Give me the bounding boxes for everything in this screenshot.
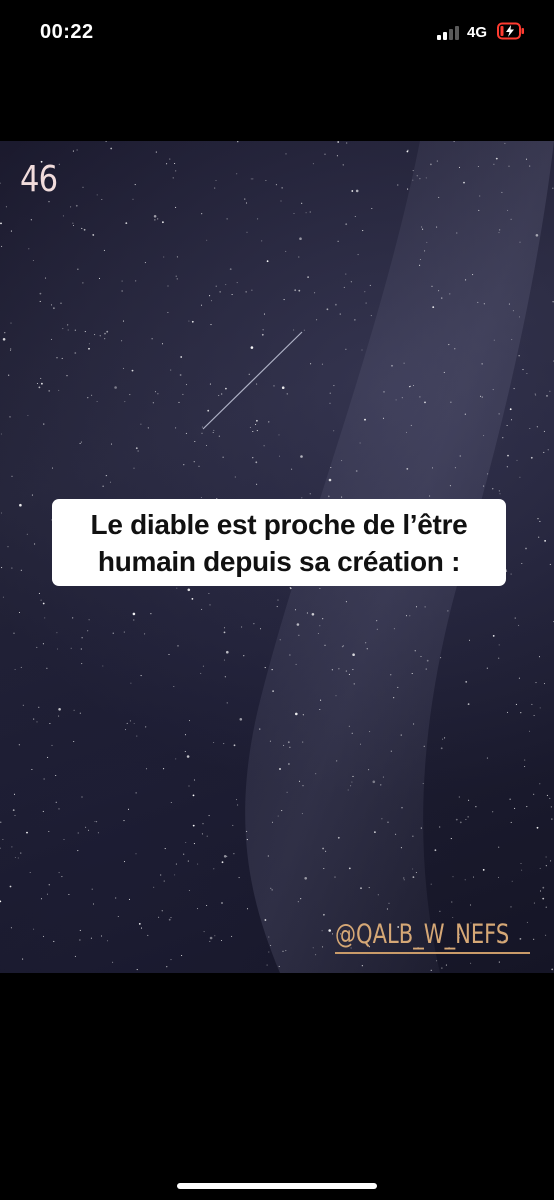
account-handle[interactable]: @QALB_W_NEFS: [335, 919, 509, 950]
home-indicator[interactable]: [177, 1183, 377, 1189]
story-image[interactable]: 46 Le diable est proche de l’être humain…: [0, 141, 554, 973]
signal-icon: [437, 24, 463, 40]
status-bar: 00:22 4G: [0, 0, 554, 70]
caption-text: Le diable est proche de l’être humain de…: [91, 506, 468, 580]
caption-line-2: humain depuis sa création :: [97, 545, 461, 577]
status-time: 00:22: [40, 21, 94, 43]
post-number: 46: [20, 159, 58, 200]
handle-underline: [335, 952, 530, 954]
caption-box: Le diable est proche de l’être humain de…: [52, 499, 506, 586]
network-type: 4G: [467, 24, 488, 41]
caption-line-1: Le diable est proche de l’être: [90, 508, 468, 540]
battery-charging-icon: [497, 22, 525, 40]
